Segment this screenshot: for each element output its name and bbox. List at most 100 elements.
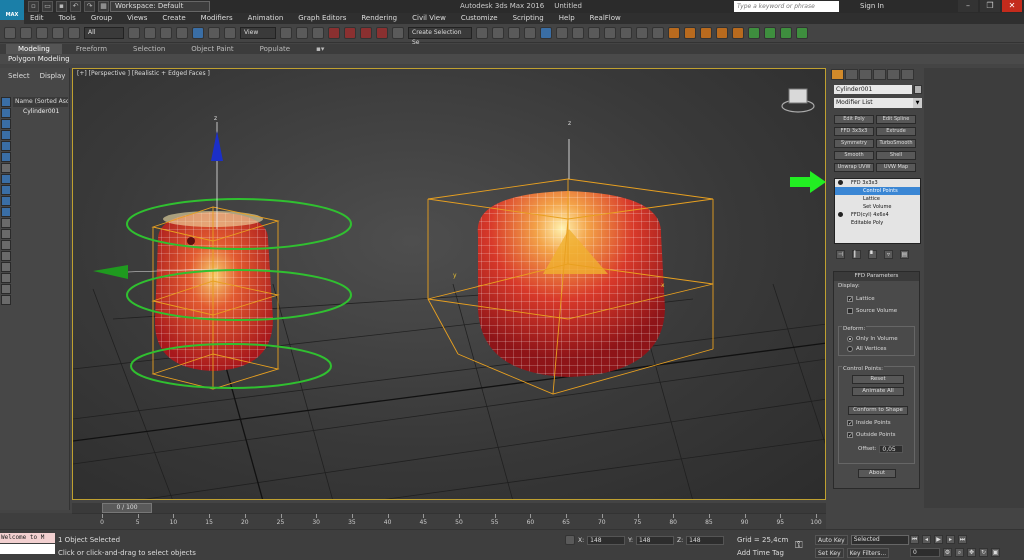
render-setup-icon[interactable] <box>588 27 600 39</box>
find-icon[interactable] <box>1 262 11 272</box>
edit-poly-button[interactable]: Edit Poly <box>834 115 874 124</box>
menu-graph-editors[interactable]: Graph Editors <box>298 13 346 24</box>
window-crossing-icon[interactable] <box>176 27 188 39</box>
mirror-icon[interactable] <box>476 27 488 39</box>
maxscript-listener[interactable]: Welcome to M <box>0 533 55 543</box>
zoom-icon[interactable]: ⌕ <box>955 548 964 557</box>
object-name-field[interactable]: Cylinder001 <box>834 85 912 94</box>
stack-item[interactable]: Lattice <box>835 195 920 203</box>
menu-help[interactable]: Help <box>559 13 575 24</box>
create-tab-icon[interactable] <box>831 69 844 80</box>
ffd-3x3x3-button[interactable]: FFD 3x3x3 <box>834 127 874 136</box>
add-time-tag-button[interactable]: Add Time Tag <box>737 549 784 557</box>
realflow-icon-5[interactable] <box>732 27 744 39</box>
display-spacewarps-icon[interactable] <box>1 152 11 162</box>
unwrap-uvw-button[interactable]: Unwrap UVW <box>834 163 874 172</box>
display-all-icon[interactable] <box>1 229 11 239</box>
utilities-tab-icon[interactable] <box>901 69 914 80</box>
realflow-icon-4[interactable] <box>716 27 728 39</box>
show-end-result-icon[interactable]: ▎ <box>852 250 861 259</box>
menu-realflow[interactable]: RealFlow <box>590 13 621 24</box>
select-object-icon[interactable] <box>128 27 140 39</box>
display-groups-icon[interactable] <box>1 163 11 173</box>
y-coord-field[interactable]: 148 <box>636 535 675 545</box>
realflow-icon-9[interactable] <box>796 27 808 39</box>
pivot-center-icon[interactable] <box>280 27 292 39</box>
bind-space-warp-icon[interactable] <box>68 27 80 39</box>
tab-freeform[interactable]: Freeform <box>64 44 119 54</box>
x-coord-field[interactable]: 148 <box>587 535 626 545</box>
menu-create[interactable]: Create <box>162 13 185 24</box>
make-unique-icon[interactable]: ▘ <box>868 250 877 259</box>
menu-edit[interactable]: Edit <box>30 13 44 24</box>
select-scale-icon[interactable] <box>224 27 236 39</box>
render-active-icon[interactable] <box>652 27 664 39</box>
search-input[interactable]: Type a keyword or phrase <box>734 1 839 12</box>
invert-display-icon[interactable] <box>1 251 11 261</box>
material-editor-icon[interactable] <box>572 27 584 39</box>
tab-modeling[interactable]: Modeling <box>6 44 62 54</box>
explorer-select-menu[interactable]: Select <box>8 68 30 84</box>
bulb-icon[interactable] <box>838 180 843 185</box>
checkbox-icon[interactable]: ✓ <box>847 296 853 303</box>
display-hidden-icon[interactable] <box>1 218 11 228</box>
only-in-volume-radio[interactable]: Only In Volume <box>847 336 898 343</box>
menu-tools[interactable]: Tools <box>59 13 76 24</box>
stack-item[interactable]: Editable Poly <box>835 219 920 227</box>
display-shapes-icon[interactable] <box>1 108 11 118</box>
realflow-icon-6[interactable] <box>748 27 760 39</box>
hierarchy-tab-icon[interactable] <box>859 69 872 80</box>
stack-item[interactable]: FFD(cyl) 4x6x4 <box>835 211 920 219</box>
new-file-icon[interactable]: ▫ <box>28 1 39 12</box>
play-icon[interactable]: ▶ <box>934 535 943 544</box>
about-button[interactable]: About <box>858 469 896 478</box>
tab-object-paint[interactable]: Object Paint <box>179 44 245 54</box>
undo-icon[interactable]: ↶ <box>70 1 81 12</box>
configure-sets-icon[interactable]: ▤ <box>900 250 909 259</box>
curve-editor-icon[interactable] <box>540 27 552 39</box>
all-vertices-radio[interactable]: All Vertices <box>847 346 887 353</box>
menu-customize[interactable]: Customize <box>461 13 498 24</box>
redo-icon[interactable] <box>20 27 32 39</box>
go-to-end-icon[interactable]: ⏭ <box>958 535 967 544</box>
key-icon[interactable]: ⚿ <box>795 540 803 551</box>
explorer-column-header[interactable]: Name (Sorted Ascer <box>13 97 68 107</box>
next-frame-icon[interactable]: ▸ <box>946 535 955 544</box>
lock-selection-icon[interactable] <box>565 535 575 545</box>
key-filters-button[interactable]: Key Filters... <box>846 548 890 558</box>
key-mode-dropdown[interactable]: Selected <box>850 535 909 545</box>
layer-explorer-icon[interactable] <box>508 27 520 39</box>
rectangle-selection-icon[interactable] <box>160 27 172 39</box>
realflow-icon-8[interactable] <box>780 27 792 39</box>
pin-stack-icon[interactable]: ⊣ <box>836 250 845 259</box>
select-rotate-icon[interactable] <box>208 27 220 39</box>
menu-animation[interactable]: Animation <box>248 13 284 24</box>
extrude-button[interactable]: Extrude <box>876 127 916 136</box>
checkbox-icon[interactable]: ✓ <box>847 420 853 427</box>
maximize-viewport-icon[interactable]: ▣ <box>991 548 1000 557</box>
tree-item-cylinder[interactable]: Cylinder001 <box>13 107 68 117</box>
menu-modifiers[interactable]: Modifiers <box>201 13 233 24</box>
display-xrefs-icon[interactable] <box>1 174 11 184</box>
percent-snap-icon[interactable] <box>360 27 372 39</box>
display-tab-icon[interactable] <box>887 69 900 80</box>
ribbon-options-icon[interactable]: ▪▾ <box>304 44 336 54</box>
display-frozen-icon[interactable] <box>1 207 11 217</box>
maxscript-input[interactable] <box>0 544 55 554</box>
toggle-ribbon-icon[interactable] <box>524 27 536 39</box>
lattice-checkbox[interactable]: ✓ Lattice <box>847 296 875 303</box>
polygon-modeling-panel[interactable]: Polygon Modeling <box>0 54 1024 64</box>
render-iterative-icon[interactable] <box>636 27 648 39</box>
sign-in-button[interactable]: Sign In <box>860 1 884 12</box>
turbosmooth-button[interactable]: TurboSmooth <box>876 139 916 148</box>
close-icon[interactable]: ✕ <box>1002 0 1022 12</box>
stack-item[interactable]: Control Points <box>835 187 920 195</box>
tab-selection[interactable]: Selection <box>121 44 177 54</box>
previous-frame-icon[interactable]: ◂ <box>922 535 931 544</box>
bulb-icon[interactable] <box>838 212 843 217</box>
snaps-toggle-icon[interactable] <box>328 27 340 39</box>
reset-button[interactable]: Reset <box>852 375 904 384</box>
time-slider[interactable]: 0 / 100 <box>72 503 826 513</box>
stack-item[interactable]: FFD 3x3x3 <box>835 179 920 187</box>
menu-rendering[interactable]: Rendering <box>361 13 397 24</box>
